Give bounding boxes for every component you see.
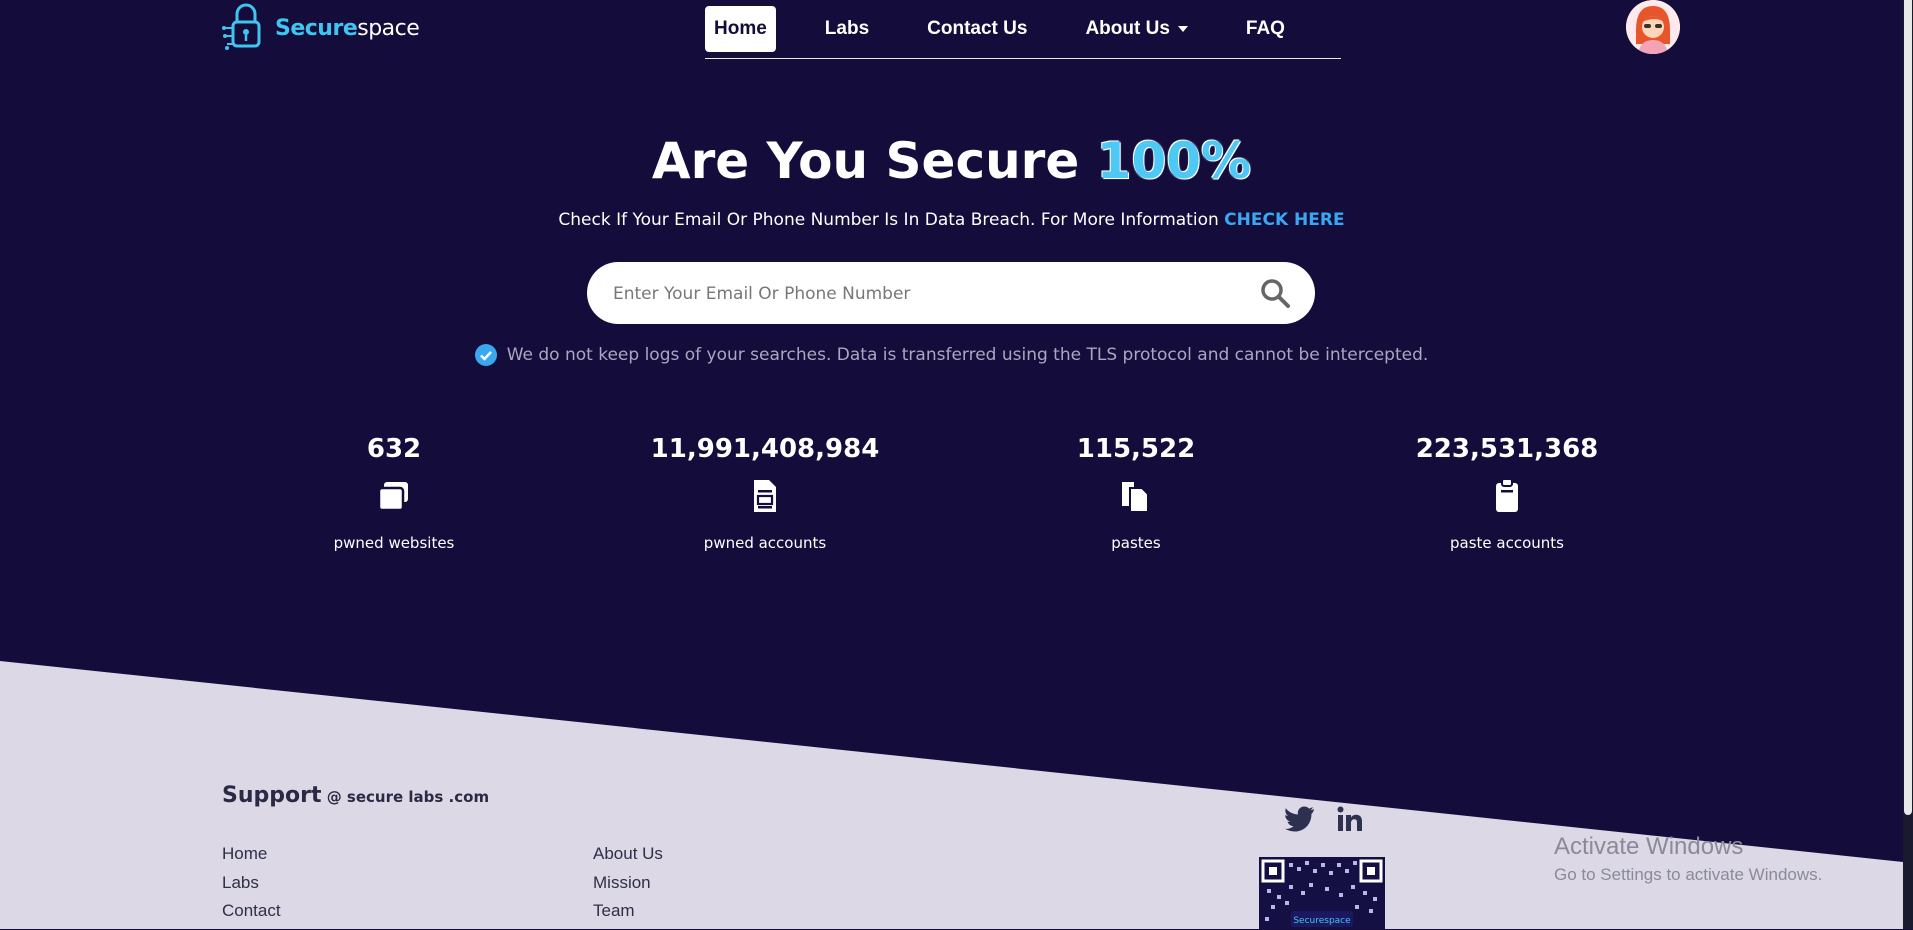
chevron-down-icon: [1177, 25, 1188, 32]
footer-link-team[interactable]: Team: [593, 901, 663, 930]
activate-title: Activate Windows: [1554, 833, 1744, 860]
search-input[interactable]: [611, 262, 1235, 326]
hero-title: Are You Secure 100%: [651, 132, 1252, 190]
page-scrollbar[interactable]: [1903, 0, 1913, 929]
stat-pwned-accounts: 11,991,408,984 pwned accounts: [605, 434, 925, 552]
stat-value: 632: [366, 434, 422, 464]
nav-contact-us[interactable]: Contact Us: [918, 6, 1036, 52]
search-bar: [587, 262, 1315, 326]
nav-faq[interactable]: FAQ: [1237, 6, 1294, 52]
hero-subtitle: Check If Your Email Or Phone Number Is I…: [558, 210, 1345, 230]
qr-code-image: Securespace: [1261, 859, 1383, 927]
hero-title-highlight: 100%: [1096, 132, 1252, 190]
stat-value: 11,991,408,984: [650, 434, 880, 464]
footer-link-contact[interactable]: Contact: [222, 901, 281, 930]
main-nav: Home Labs Contact Us About Us FAQ: [705, 6, 1341, 59]
footer-links-col2: About Us Mission Team: [593, 844, 663, 930]
nav-about-us[interactable]: About Us: [1076, 6, 1196, 52]
activate-windows-watermark: Activate Windows Go to Settings to activ…: [1554, 833, 1822, 885]
support-email: Support @ secure labs .com: [222, 783, 490, 808]
search-icon[interactable]: [1259, 277, 1291, 309]
stat-pwned-websites: 632 pwned websites: [234, 434, 554, 552]
stat-label: pwned websites: [333, 534, 455, 552]
stat-value: 115,522: [1076, 434, 1196, 464]
stat-label: pastes: [1111, 534, 1161, 552]
nav-labs[interactable]: Labs: [816, 6, 878, 52]
qr-code: Securespace: [1259, 857, 1385, 929]
user-avatar[interactable]: [1626, 0, 1680, 54]
footer-link-home[interactable]: Home: [222, 844, 281, 873]
linkedin-icon[interactable]: [1337, 806, 1363, 832]
qr-label: Securespace: [1293, 916, 1351, 926]
footer-links-col1: Home Labs Contact: [222, 844, 281, 930]
websites-icon: [377, 482, 408, 512]
document-icon: [754, 480, 776, 512]
nav-home[interactable]: Home: [705, 6, 776, 52]
social-links: [1285, 806, 1363, 832]
check-here-link[interactable]: CHECK HERE: [1224, 210, 1344, 230]
pastes-icon: [1122, 482, 1149, 513]
stat-value: 223,531,368: [1415, 434, 1599, 464]
footer-link-about-us[interactable]: About Us: [593, 844, 663, 873]
scrollbar-thumb[interactable]: [1904, 0, 1912, 815]
privacy-note: We do not keep logs of your searches. Da…: [0, 344, 1903, 366]
twitter-icon[interactable]: [1285, 806, 1315, 832]
check-circle-icon: [474, 344, 497, 366]
stat-label: pwned accounts: [703, 534, 827, 552]
logo-text: Securespace: [275, 15, 420, 41]
clipboard-icon: [1496, 478, 1518, 512]
activate-subtitle: Go to Settings to activate Windows.: [1554, 865, 1823, 884]
stat-paste-accounts: 223,531,368 paste accounts: [1347, 434, 1667, 552]
footer-link-labs[interactable]: Labs: [222, 873, 281, 902]
footer-link-mission[interactable]: Mission: [593, 873, 663, 902]
stat-label: paste accounts: [1450, 534, 1564, 552]
site-logo[interactable]: Securespace: [221, 2, 420, 54]
avatar-icon: [1626, 0, 1680, 54]
lock-circuit-icon: [222, 3, 261, 50]
stat-pastes: 115,522 pastes: [976, 434, 1296, 552]
